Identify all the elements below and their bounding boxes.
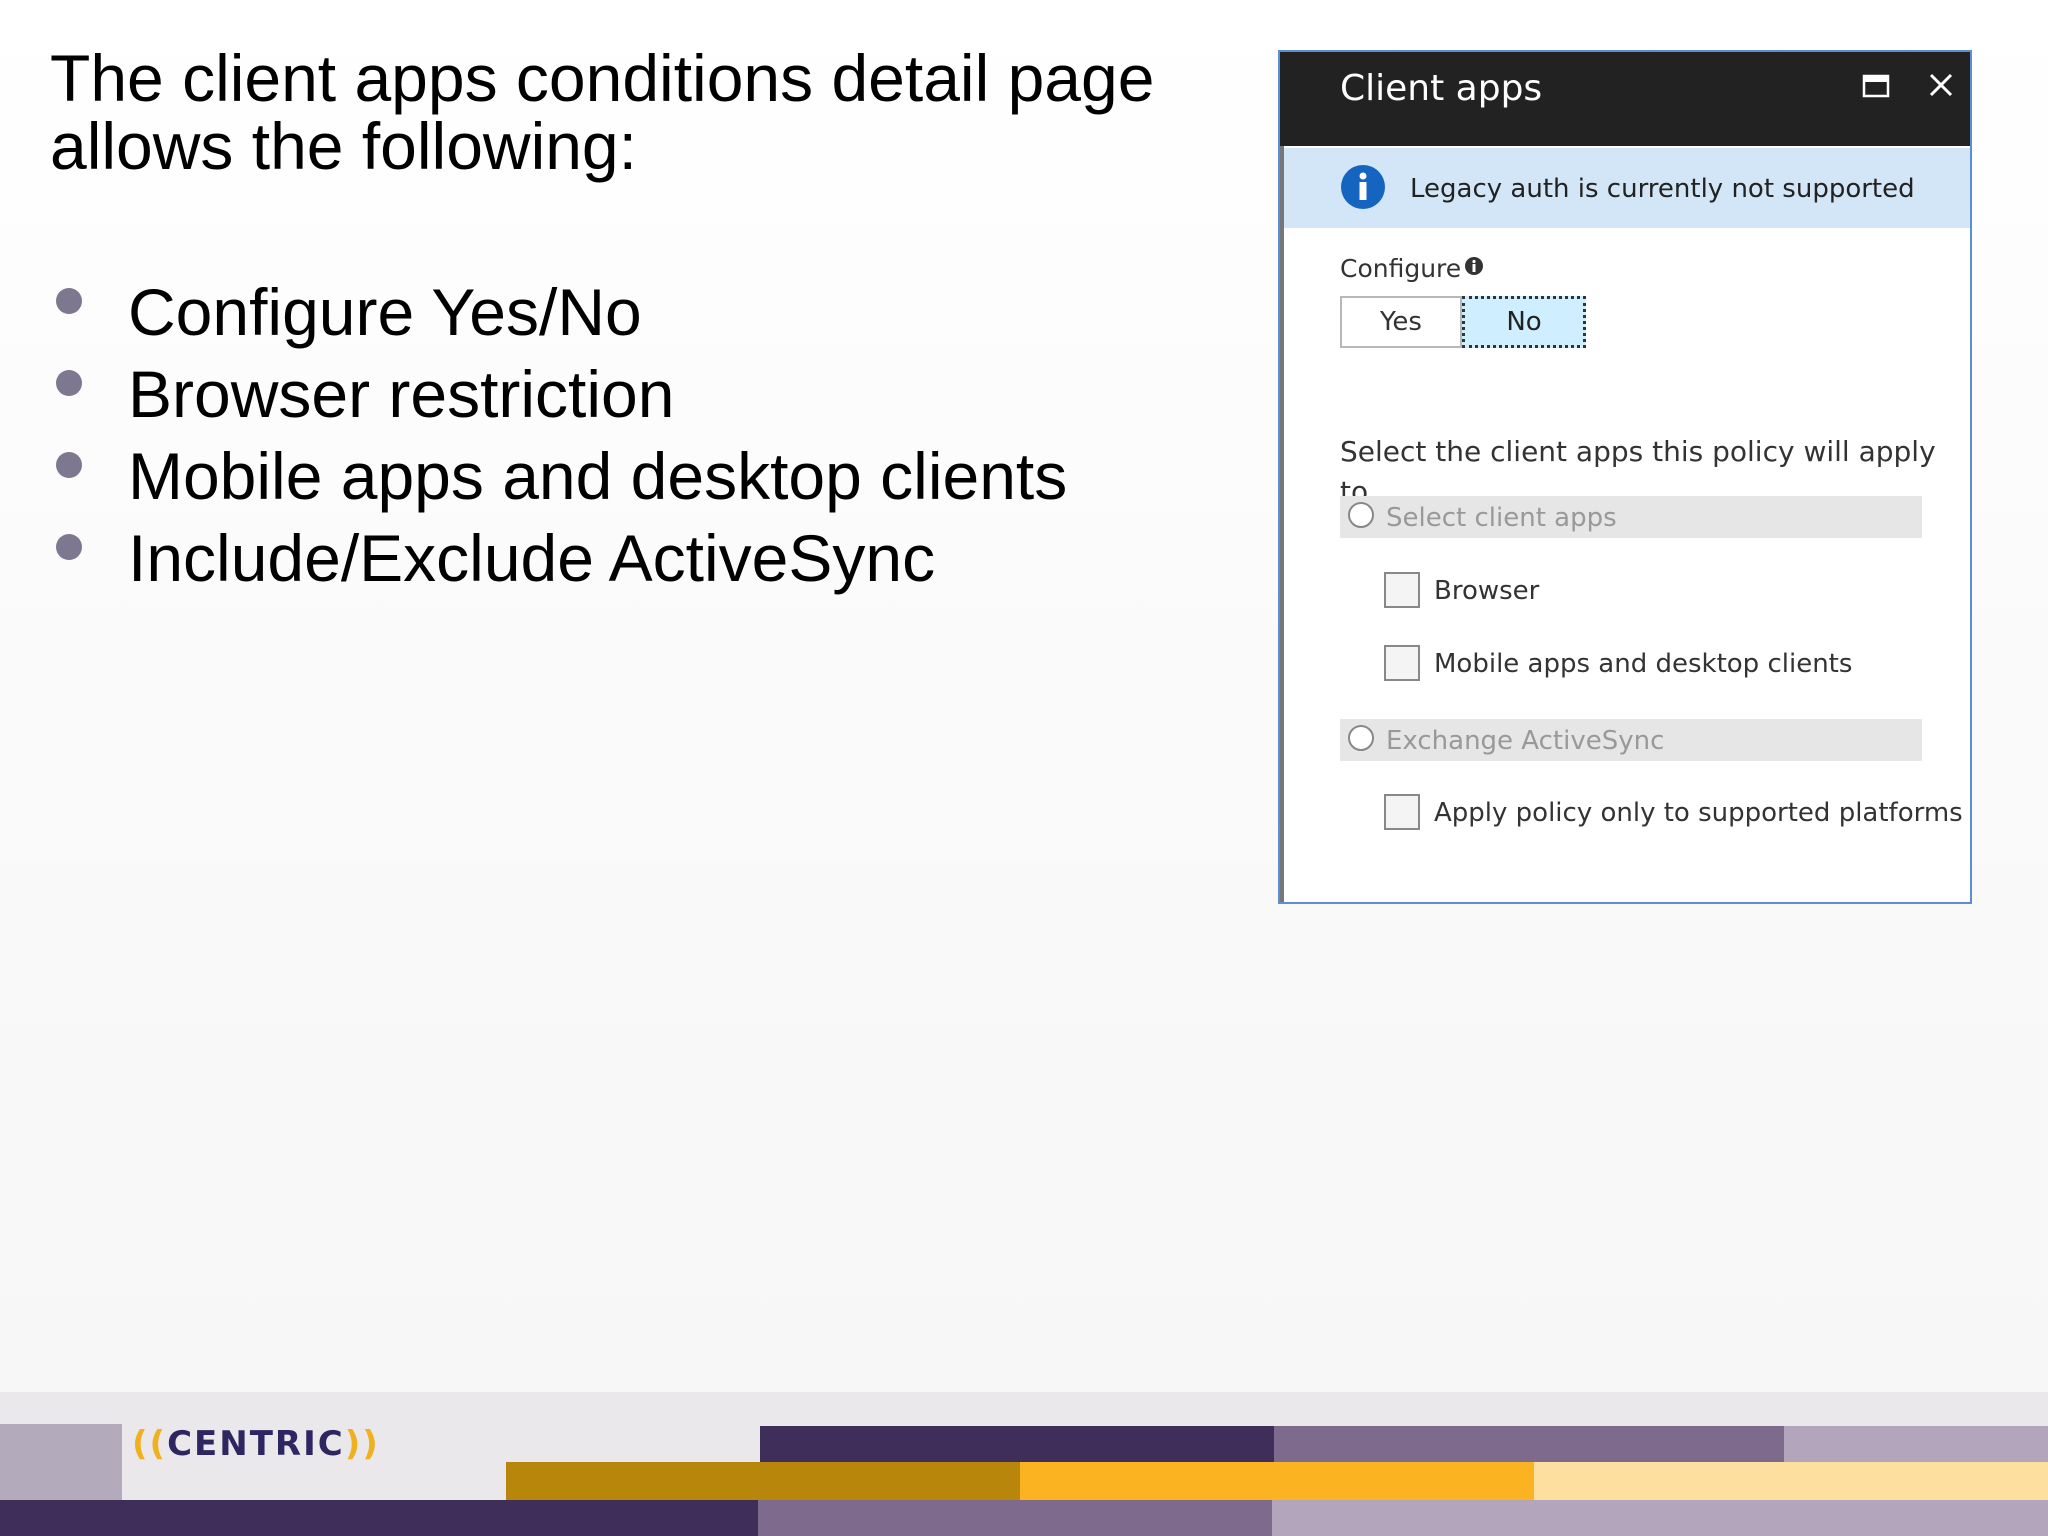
mobile-apps-checkbox[interactable]: [1384, 645, 1420, 681]
logo-wordmark: CENTRIC: [167, 1424, 345, 1464]
bullet-text: Browser restriction: [128, 357, 675, 431]
checkbox-label: Browser: [1434, 576, 1540, 606]
toggle-yes-button[interactable]: Yes: [1340, 296, 1462, 348]
info-banner: Legacy auth is currently not supported: [1284, 148, 1970, 228]
exchange-activesync-radio[interactable]: Exchange ActiveSync: [1340, 719, 1922, 761]
radio-label: Exchange ActiveSync: [1386, 726, 1665, 756]
select-client-apps-radio[interactable]: Select client apps: [1340, 496, 1922, 538]
logo-right-paren: )): [344, 1424, 380, 1464]
bullet-text: Mobile apps and desktop clients: [128, 439, 1068, 513]
radio-button[interactable]: [1348, 502, 1374, 528]
supported-platforms-checkbox[interactable]: [1384, 794, 1420, 830]
info-icon: [1341, 165, 1385, 209]
info-message: Legacy auth is currently not supported: [1410, 174, 1915, 204]
bullet-dot-icon: [56, 288, 82, 314]
radio-label: Select client apps: [1386, 503, 1617, 533]
bullet-dot-icon: [56, 452, 82, 478]
configure-toggle: Yes No: [1340, 296, 1586, 348]
slide-title: The client apps conditions detail page a…: [50, 41, 1155, 183]
maximize-icon[interactable]: [1862, 72, 1890, 100]
logo-left-paren: ((: [132, 1424, 168, 1464]
panel-title: Client apps: [1340, 68, 1543, 109]
bullet-dot-icon: [56, 370, 82, 396]
footer-color-block: [1020, 1462, 1534, 1500]
bullet-text: Include/Exclude ActiveSync: [128, 521, 936, 595]
footer-color-block: [760, 1426, 1274, 1462]
close-icon[interactable]: [1926, 70, 1956, 100]
browser-checkbox[interactable]: [1384, 572, 1420, 608]
footer-color-block: [1784, 1426, 2048, 1462]
footer-color-block: [758, 1500, 1272, 1536]
footer-color-block: [1274, 1426, 1784, 1462]
bullet-text: Configure Yes/No: [128, 275, 642, 349]
panel-header: Client apps: [1280, 52, 1970, 146]
footer-color-block: [0, 1424, 122, 1500]
checkbox-label: Apply policy only to supported platforms: [1434, 798, 1963, 828]
toggle-no-button[interactable]: No: [1462, 296, 1586, 348]
client-apps-panel: Client apps Legacy auth is currently not…: [1278, 50, 1972, 904]
configure-label: Configure: [1340, 254, 1462, 283]
footer-color-block: [1534, 1462, 2048, 1500]
radio-button[interactable]: [1348, 725, 1374, 751]
checkbox-label: Mobile apps and desktop clients: [1434, 649, 1853, 679]
bullet-dot-icon: [56, 534, 82, 560]
footer-color-block: [506, 1462, 1020, 1500]
footer: [0, 1392, 2048, 1536]
footer-color-block: [0, 1500, 758, 1536]
panel-edge: [1280, 146, 1284, 902]
footer-color-block: [1272, 1500, 2048, 1536]
centric-logo: ((CENTRIC)): [132, 1424, 380, 1464]
info-icon[interactable]: [1464, 256, 1484, 276]
